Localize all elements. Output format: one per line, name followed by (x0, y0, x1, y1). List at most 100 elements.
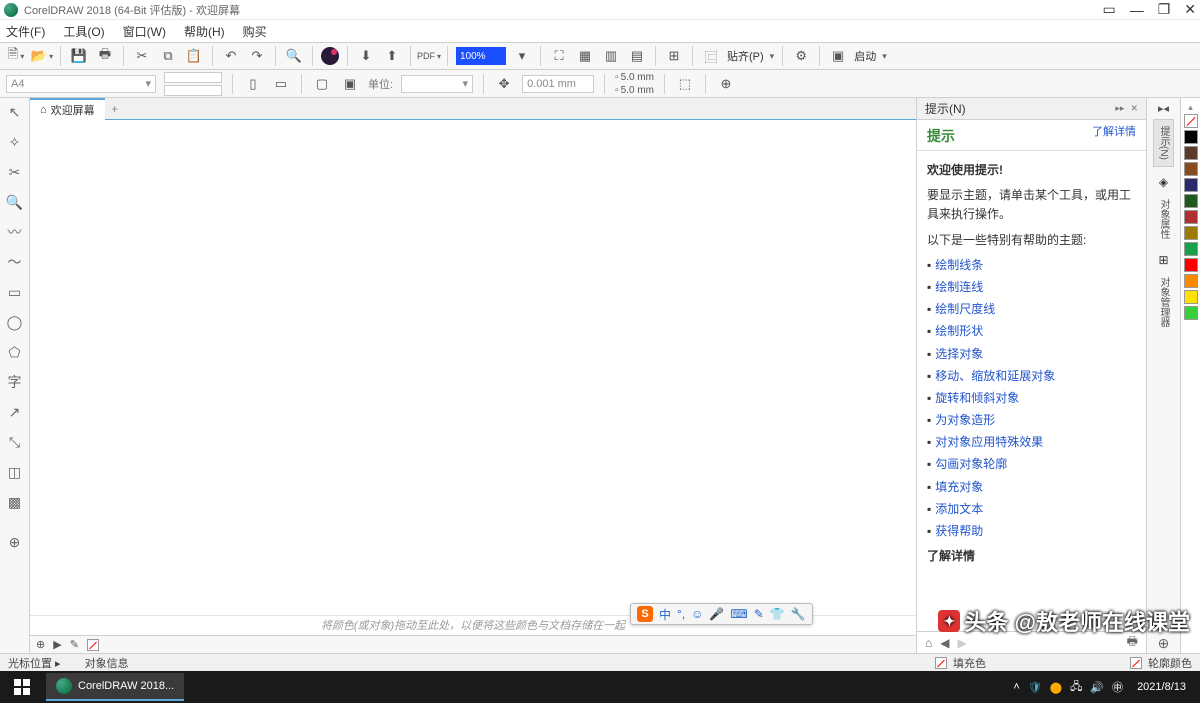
swatch-none[interactable] (1184, 114, 1198, 128)
text-tool[interactable]: 字 (5, 372, 25, 392)
sogou-icon[interactable]: S (637, 606, 653, 622)
rtab-manager[interactable]: 对象管理器 (1154, 271, 1173, 333)
rtab-mgr-icon[interactable]: ⊞ (1158, 253, 1168, 267)
addon-button[interactable] (321, 47, 339, 65)
units-combo[interactable]: ▾ (401, 75, 473, 93)
page-button-1[interactable]: ▢ (312, 74, 332, 94)
swatch[interactable] (1184, 194, 1198, 208)
zoom-drop-icon[interactable]: ▾ (512, 46, 532, 66)
launch-label[interactable]: 启动 (854, 48, 876, 64)
launch-icon[interactable]: ▣ (828, 46, 848, 66)
close-icon[interactable]: ✕ (1184, 1, 1196, 18)
portrait-button[interactable]: ▯ (243, 74, 263, 94)
connector-tool[interactable]: ⤡ (5, 432, 25, 452)
eyedropper-tool[interactable]: ⊕ (5, 532, 25, 552)
add-docker-icon[interactable]: ⊕ (1154, 633, 1174, 653)
docker-pin-icon[interactable]: ▸◂ (1158, 102, 1169, 115)
tray-app-icon[interactable]: ⬤ (1050, 681, 1062, 694)
topic-link[interactable]: 旋转和倾斜对象 (927, 389, 1136, 408)
redo-button[interactable]: ↷ (247, 46, 267, 66)
artistic-tool[interactable]: 〜 (5, 252, 25, 272)
canvas[interactable]: 将颜色(或对象)拖动至此处，以便将这些颜色与文档存储在一起 (30, 120, 916, 635)
import-button[interactable]: ⬇ (356, 46, 376, 66)
page-size-combo[interactable]: A4▾ (6, 75, 156, 93)
swatch[interactable] (1184, 146, 1198, 160)
minimize-icon[interactable]: — (1130, 2, 1144, 18)
ime-keyboard-icon[interactable]: ⌨ (730, 607, 747, 621)
ime-voice-icon[interactable]: 🎤 (709, 607, 724, 621)
palette-up-icon[interactable]: ▴ (1188, 102, 1193, 113)
hints-fwd-icon[interactable]: ▶ (957, 636, 966, 650)
rectangle-tool[interactable]: ▭ (5, 282, 25, 302)
fullscreen-button[interactable]: ⛶ (549, 46, 569, 66)
ime-emoji-icon[interactable]: ☺ (691, 607, 703, 621)
hints-back-icon[interactable]: ◀ (940, 636, 949, 650)
grid-button[interactable]: ▦ (575, 46, 595, 66)
swatch[interactable] (1184, 258, 1198, 272)
ruler-button[interactable]: ▥ (601, 46, 621, 66)
topic-link[interactable]: 选择对象 (927, 345, 1136, 364)
pick-tool[interactable]: ↖ (5, 102, 25, 122)
paste-button[interactable]: 📋 (184, 46, 204, 66)
swatch[interactable] (1184, 306, 1198, 320)
nav-pen-icon[interactable]: ✎ (70, 638, 79, 651)
ime-toolbar[interactable]: S 中 °, ☺ 🎤 ⌨ ✎ 👕 🔧 (630, 603, 813, 625)
swatch[interactable] (1184, 290, 1198, 304)
cut-button[interactable]: ✂ (132, 46, 152, 66)
add-button[interactable]: ⊕ (716, 74, 736, 94)
tray-volume-icon[interactable]: 🔊 (1090, 681, 1104, 694)
tab-add-button[interactable]: + (105, 102, 125, 116)
ruler-toggle-icon[interactable]: ▭ (1102, 1, 1115, 18)
freehand-tool[interactable]: 〰 (5, 222, 25, 242)
swatch[interactable] (1184, 130, 1198, 144)
zoom-combo[interactable]: 100% (456, 47, 506, 65)
tray-network-icon[interactable]: 🖧 (1070, 678, 1082, 697)
rtab-properties[interactable]: 对象属性 (1154, 193, 1173, 245)
duplicate-offset[interactable]: ▫ 5.0 mm ▫ 5.0 mm (615, 71, 654, 97)
menu-window[interactable]: 窗口(W) (123, 23, 166, 40)
swatch[interactable] (1184, 210, 1198, 224)
topic-link[interactable]: 勾画对象轮廓 (927, 455, 1136, 474)
ellipse-tool[interactable]: ◯ (5, 312, 25, 332)
outline-info[interactable]: 轮廓颜色 (1130, 655, 1192, 671)
print-button[interactable]: 🖶 (95, 46, 115, 66)
hints-home-icon[interactable]: ⌂ (925, 636, 932, 650)
swatch[interactable] (1184, 162, 1198, 176)
ime-pen-icon[interactable]: ✎ (754, 607, 764, 621)
copy-button[interactable]: ⧉ (158, 46, 178, 66)
page-button-2[interactable]: ▣ (340, 74, 360, 94)
menu-help[interactable]: 帮助(H) (184, 23, 225, 40)
align-button[interactable]: ⿷ (701, 46, 721, 66)
swatch[interactable] (1184, 242, 1198, 256)
task-coreldraw[interactable]: CorelDRAW 2018... (46, 673, 184, 701)
topic-link[interactable]: 为对象造形 (927, 411, 1136, 430)
menu-tools[interactable]: 工具(O) (63, 23, 104, 40)
snap-grid-button[interactable]: ⊞ (664, 46, 684, 66)
dimension-tool[interactable]: ↗ (5, 402, 25, 422)
menu-buy[interactable]: 购买 (243, 23, 267, 40)
tray-ime-icon[interactable]: ㊥ (1112, 679, 1123, 695)
nav-play-icon[interactable]: ▶ (53, 638, 61, 651)
docker-close-icon[interactable]: ✕ (1130, 103, 1138, 114)
swatch[interactable] (1184, 274, 1198, 288)
shape-tool[interactable]: ✧ (5, 132, 25, 152)
publish-pdf-button[interactable]: PDF (419, 46, 439, 66)
fill-info[interactable]: 填充色 (935, 655, 986, 671)
guides-button[interactable]: ▤ (627, 46, 647, 66)
transparency-tool[interactable]: ▩ (5, 492, 25, 512)
topic-link[interactable]: 移动、缩放和延展对象 (927, 367, 1136, 386)
topic-link[interactable]: 添加文本 (927, 500, 1136, 519)
landscape-button[interactable]: ▭ (271, 74, 291, 94)
swatch[interactable] (1184, 178, 1198, 192)
docker-menu-icon[interactable]: ▸▸ (1115, 103, 1124, 114)
options-button[interactable]: ⚙ (791, 46, 811, 66)
page-dims[interactable] (164, 71, 222, 97)
topic-link[interactable]: 绘制形状 (927, 322, 1136, 341)
menu-file[interactable]: 文件(F) (6, 23, 45, 40)
search-button[interactable]: 🔍 (284, 46, 304, 66)
topic-link[interactable]: 绘制线条 (927, 256, 1136, 275)
rtab-prop-icon[interactable]: ◈ (1159, 175, 1168, 189)
hints-details-link[interactable]: 了解详情 (1092, 126, 1136, 146)
ime-skin-icon[interactable]: 👕 (770, 607, 785, 621)
ime-tools-icon[interactable]: 🔧 (791, 607, 806, 621)
